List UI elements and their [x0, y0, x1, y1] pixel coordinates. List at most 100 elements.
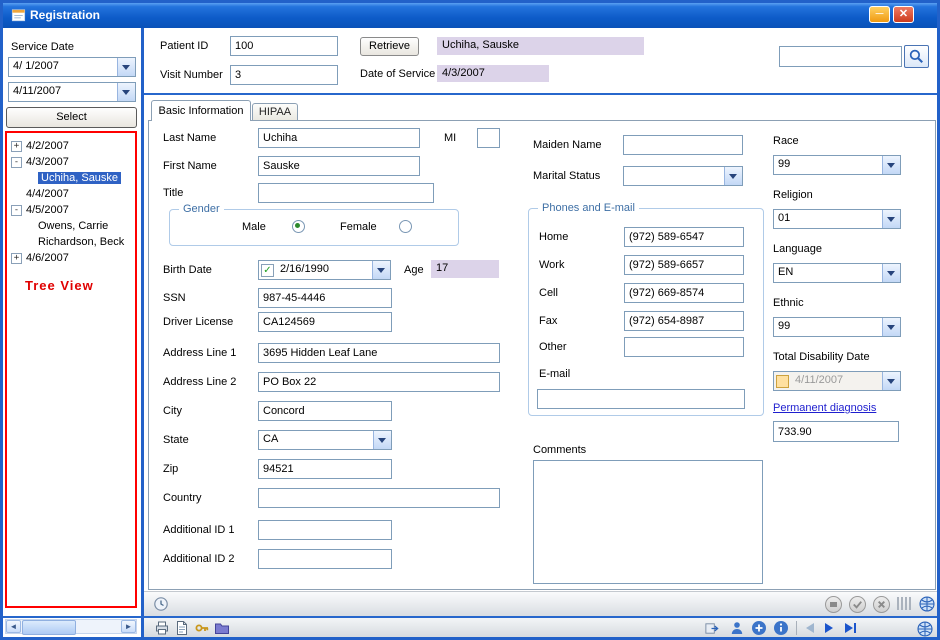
address-line1-input[interactable] — [258, 343, 500, 363]
tree-item[interactable]: -4/3/2007 — [11, 154, 69, 170]
tab-basic-information[interactable]: Basic Information — [151, 100, 251, 121]
service-date-to-picker[interactable]: 4/11/2007 — [8, 82, 136, 102]
document-icon[interactable] — [174, 620, 190, 636]
address-line2-input[interactable] — [258, 372, 500, 392]
tree-item[interactable]: 4/4/2007 — [11, 186, 69, 202]
last-record-icon[interactable] — [845, 623, 853, 633]
minimize-button[interactable]: ─ — [869, 6, 890, 23]
network-icon[interactable] — [916, 620, 934, 638]
chevron-down-icon[interactable] — [117, 58, 135, 76]
work-phone-input[interactable] — [624, 255, 744, 275]
add-icon[interactable] — [751, 620, 767, 636]
tree-item-label[interactable]: 4/3/2007 — [26, 156, 69, 168]
first-name-input[interactable] — [258, 156, 420, 176]
birth-date-checkbox[interactable]: ✓ — [261, 264, 274, 277]
chevron-down-icon[interactable] — [882, 372, 900, 390]
toolbar-grip[interactable] — [897, 597, 911, 610]
tree-item[interactable]: +4/2/2007 — [11, 138, 69, 154]
zip-input[interactable] — [258, 459, 392, 479]
network-icon[interactable] — [918, 595, 936, 613]
tab-hipaa[interactable]: HIPAA — [252, 103, 298, 121]
tree-item-label[interactable]: 4/2/2007 — [26, 140, 69, 152]
export-icon[interactable] — [704, 621, 719, 636]
next-record-icon[interactable] — [825, 623, 833, 633]
tree-item-label-selected[interactable]: Uchiha, Sauske — [38, 172, 121, 184]
tree-item-label[interactable]: 4/4/2007 — [26, 188, 69, 200]
total-disability-checkbox[interactable] — [776, 375, 789, 388]
additional-id1-input[interactable] — [258, 520, 392, 540]
clock-icon[interactable] — [153, 596, 169, 612]
chevron-down-icon[interactable] — [724, 167, 742, 185]
camera-icon[interactable] — [825, 596, 842, 613]
print-icon[interactable] — [154, 620, 170, 636]
tree-expander-icon[interactable]: - — [11, 205, 22, 216]
tree-item-label[interactable]: 4/5/2007 — [26, 204, 69, 216]
tree-expander-icon[interactable]: - — [11, 157, 22, 168]
city-input[interactable] — [258, 401, 392, 421]
email-input[interactable] — [537, 389, 745, 409]
tree-expander-icon[interactable]: + — [11, 141, 22, 152]
info-icon[interactable] — [773, 620, 789, 636]
comments-textarea[interactable] — [533, 460, 763, 584]
male-radio[interactable] — [292, 220, 305, 233]
country-input[interactable] — [258, 488, 500, 508]
chevron-down-icon[interactable] — [882, 156, 900, 174]
tree-item[interactable]: +4/6/2007 — [11, 250, 69, 266]
tree-item[interactable]: -4/5/2007 — [11, 202, 69, 218]
scroll-right-icon[interactable]: ► — [121, 620, 136, 633]
language-select[interactable]: EN — [773, 263, 901, 283]
ssn-input[interactable] — [258, 288, 392, 308]
accept-icon[interactable] — [849, 596, 866, 613]
close-button[interactable]: ✕ — [893, 6, 914, 23]
folder-icon[interactable] — [214, 620, 230, 636]
diagnosis-code-input[interactable] — [773, 421, 899, 442]
chevron-down-icon[interactable] — [117, 83, 135, 101]
chevron-down-icon[interactable] — [882, 318, 900, 336]
state-select[interactable]: CA — [258, 430, 392, 450]
last-name-input[interactable] — [258, 128, 420, 148]
visit-number-input[interactable] — [230, 65, 338, 85]
title-input[interactable] — [258, 183, 434, 203]
chevron-down-icon[interactable] — [882, 210, 900, 228]
scroll-left-icon[interactable]: ◄ — [6, 620, 21, 633]
cancel-icon[interactable] — [873, 596, 890, 613]
tree-item[interactable]: Richardson, Beck — [11, 234, 124, 250]
select-button[interactable]: Select — [6, 107, 137, 128]
search-input[interactable] — [779, 46, 902, 67]
mi-input[interactable] — [477, 128, 500, 148]
sidebar-horizontal-scrollbar[interactable]: ◄ ► — [5, 619, 137, 634]
ethnic-select[interactable]: 99 — [773, 317, 901, 337]
total-disability-date-picker[interactable]: 4/11/2007 — [773, 371, 901, 391]
home-phone-input[interactable] — [624, 227, 744, 247]
marital-status-select[interactable] — [623, 166, 743, 186]
religion-select[interactable]: 01 — [773, 209, 901, 229]
retrieve-button[interactable]: Retrieve — [360, 37, 419, 56]
other-phone-input[interactable] — [624, 337, 744, 357]
scrollbar-thumb[interactable] — [22, 620, 76, 635]
chevron-down-icon[interactable] — [882, 264, 900, 282]
previous-record-icon[interactable] — [806, 623, 814, 633]
search-button[interactable] — [904, 45, 929, 68]
tree-item[interactable]: Uchiha, Sauske — [11, 170, 121, 186]
chevron-down-icon[interactable] — [372, 261, 390, 279]
patient-id-input[interactable] — [230, 36, 338, 56]
key-icon[interactable] — [194, 620, 210, 636]
fax-input[interactable] — [624, 311, 744, 331]
user-icon[interactable] — [729, 620, 745, 636]
permanent-diagnosis-link[interactable]: Permanent diagnosis — [773, 402, 876, 414]
race-select[interactable]: 99 — [773, 155, 901, 175]
service-date-from-picker[interactable]: 4/ 1/2007 — [8, 57, 136, 77]
birth-date-picker[interactable]: ✓ 2/16/1990 — [258, 260, 391, 280]
female-radio[interactable] — [399, 220, 412, 233]
chevron-down-icon[interactable] — [373, 431, 391, 449]
tree-item[interactable]: Owens, Carrie — [11, 218, 108, 234]
driver-license-input[interactable] — [258, 312, 392, 332]
cell-phone-input[interactable] — [624, 283, 744, 303]
tree-item-label[interactable]: 4/6/2007 — [26, 252, 69, 264]
country-label: Country — [163, 492, 202, 504]
tree-item-label[interactable]: Owens, Carrie — [38, 220, 108, 232]
additional-id2-input[interactable] — [258, 549, 392, 569]
maiden-name-input[interactable] — [623, 135, 743, 155]
tree-expander-icon[interactable]: + — [11, 253, 22, 264]
tree-item-label[interactable]: Richardson, Beck — [38, 236, 124, 248]
